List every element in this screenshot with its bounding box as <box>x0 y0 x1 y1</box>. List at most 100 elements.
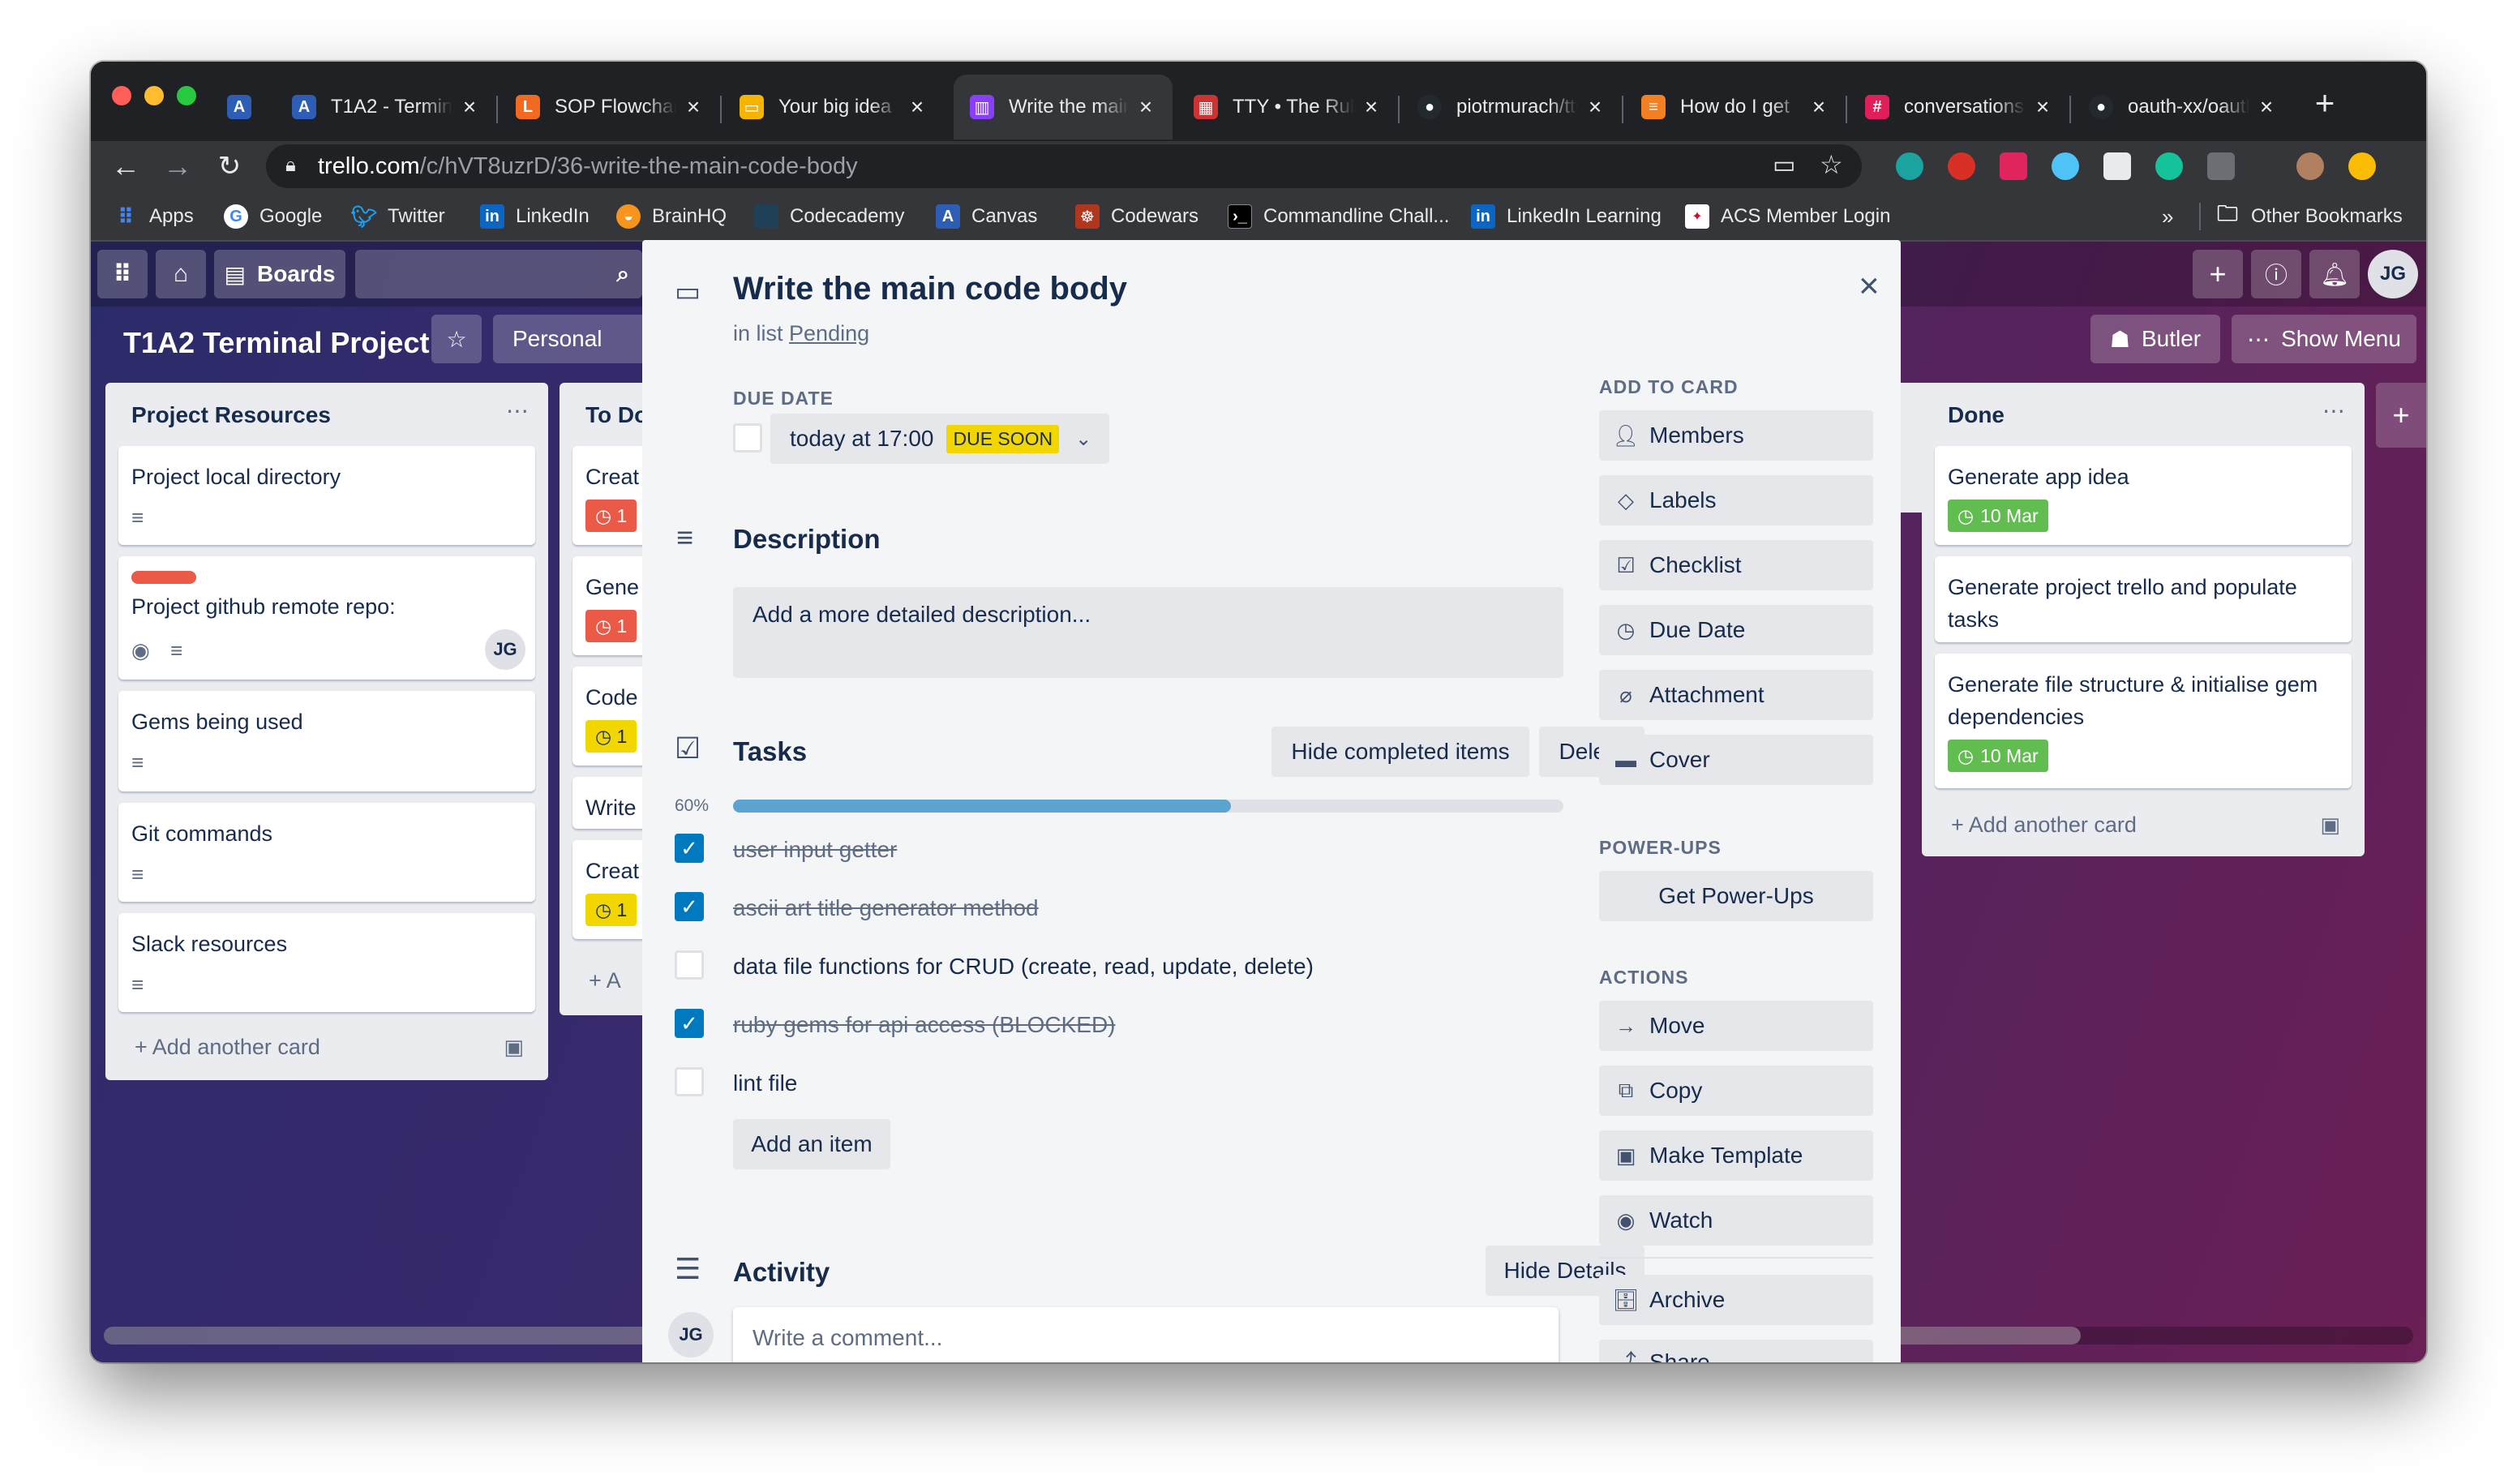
bookmark-codewars[interactable]: ☸ Codewars <box>1075 201 1198 232</box>
minimize-window-button[interactable] <box>144 86 164 105</box>
bookmark-commandline[interactable]: ›_ Commandline Chall... <box>1228 201 1449 232</box>
list-item[interactable]: Project local directory ≡ <box>118 446 535 545</box>
due-date-sidebar-button[interactable]: ◷ Due Date <box>1599 605 1873 655</box>
task-checkbox-2[interactable] <box>675 950 704 980</box>
tab-0[interactable]: A T1A2 - Terminal Project × <box>276 75 496 139</box>
bookmark-google[interactable]: G Google <box>224 201 322 232</box>
share-button[interactable]: ⤴ Share <box>1599 1340 1873 1362</box>
profile-avatar[interactable] <box>2296 152 2324 180</box>
tab-7[interactable]: # conversations × <box>1849 75 2069 139</box>
update-indicator-icon[interactable] <box>2348 152 2376 180</box>
gear-extension-icon[interactable] <box>2052 152 2079 180</box>
grammarly-g-extension-icon[interactable] <box>2155 152 2183 180</box>
task-checkbox-4[interactable] <box>675 1067 704 1096</box>
add-item-button[interactable]: Add an item <box>733 1119 890 1169</box>
list-menu-icon[interactable]: ⋯ <box>2322 397 2345 424</box>
butler-button[interactable]: ☗ Butler <box>2090 315 2220 363</box>
bookmark-acs[interactable]: ✦ ACS Member Login <box>1685 201 1890 232</box>
close-tab-icon[interactable]: × <box>1361 94 1382 120</box>
list-item[interactable]: Gems being used ≡ <box>118 691 535 791</box>
boards-button[interactable]: ▤ Boards <box>214 250 345 298</box>
tab-5[interactable]: ● piotrmurach/tty × <box>1401 75 1622 139</box>
task-item[interactable]: ruby gems for api access (BLOCKED) <box>733 1012 1116 1038</box>
s-extension-icon[interactable] <box>2000 152 2027 180</box>
close-tab-icon[interactable]: × <box>2032 94 2053 120</box>
get-powerups-button[interactable]: Get Power-Ups <box>1599 871 1873 921</box>
close-tab-icon[interactable]: × <box>2256 94 2277 120</box>
bookmark-twitter[interactable]: 🐦︎ Twitter <box>351 201 445 232</box>
bookmark-canvas[interactable]: A Canvas <box>936 201 1037 232</box>
board-title[interactable]: T1A2 Terminal Project <box>123 326 429 360</box>
cover-button[interactable]: ▬ Cover <box>1599 735 1873 785</box>
info-icon[interactable]: ⓘ <box>2251 250 2301 298</box>
task-item[interactable]: user input getter <box>733 837 897 863</box>
address-bar[interactable]: 🔒︎ trello.com/c/hVT8uzrD/36-write-the-ma… <box>266 144 1862 188</box>
maximize-window-button[interactable] <box>177 86 196 105</box>
watch-button[interactable]: ◉ Watch <box>1599 1195 1873 1246</box>
close-tab-icon[interactable]: × <box>907 94 928 120</box>
home-icon[interactable]: ⌂ <box>156 250 206 298</box>
apps-grid-icon[interactable]: ⠿ <box>97 250 148 298</box>
task-checkbox-0[interactable]: ✓ <box>675 834 704 863</box>
create-icon[interactable]: + <box>2193 250 2243 298</box>
reload-icon[interactable]: ↻ <box>209 146 250 187</box>
tab-2[interactable]: ▭ Your big idea × <box>723 75 944 139</box>
list-item[interactable]: Generate project trello and populate tas… <box>1935 556 2352 642</box>
tab-6[interactable]: ≡ How do I get × <box>1625 75 1846 139</box>
other-bookmarks[interactable]: 🗀︎ Other Bookmarks <box>2215 201 2403 232</box>
template-icon[interactable]: ▣ <box>504 1035 524 1060</box>
members-button[interactable]: 👤︎ Members <box>1599 410 1873 461</box>
due-complete-checkbox[interactable] <box>733 423 762 452</box>
list-item[interactable]: Generate file structure & initialise gem… <box>1935 654 2352 788</box>
bookmark-apps[interactable]: ⠿ Apps <box>114 201 194 232</box>
tab-8[interactable]: ● oauth-xx/oauth × <box>2073 75 2293 139</box>
bookmark-linkedin-learning[interactable]: in LinkedIn Learning <box>1471 201 1662 232</box>
close-tab-icon[interactable]: × <box>1135 94 1156 120</box>
list-item[interactable]: Project github remote repo: ◉ ≡ JG <box>118 556 535 680</box>
cast-icon[interactable]: ▭ <box>1773 151 1795 179</box>
forward-arrow-icon[interactable]: → <box>157 146 198 187</box>
card-title[interactable]: Write the main code body <box>733 271 1127 307</box>
lightbulb-extension-icon[interactable] <box>2207 152 2235 180</box>
archive-button[interactable]: 🗄︎ Archive <box>1599 1275 1873 1325</box>
tab-1[interactable]: L SOP Flowchart × <box>500 75 720 139</box>
task-item[interactable]: ascii art title generator method <box>733 895 1039 921</box>
task-checkbox-3[interactable]: ✓ <box>675 1009 704 1038</box>
bell-icon[interactable]: 🔔︎ <box>2309 250 2360 298</box>
pinned-tab[interactable]: A <box>212 75 264 139</box>
puzzle-extension-icon[interactable] <box>2103 152 2131 180</box>
show-menu-button[interactable]: ⋯ Show Menu <box>2232 315 2416 363</box>
list-item[interactable]: Git commands ≡ <box>118 803 535 902</box>
close-tab-icon[interactable]: × <box>459 94 480 120</box>
make-template-button[interactable]: ▣ Make Template <box>1599 1130 1873 1181</box>
attachment-button[interactable]: ⌀ Attachment <box>1599 670 1873 720</box>
tab-4[interactable]: ▦ TTY • The Ruby × <box>1177 75 1398 139</box>
visibility-button[interactable]: Personal <box>493 315 655 363</box>
tab-3-active[interactable]: ▥ Write the main code body × <box>954 75 1173 139</box>
task-checkbox-1[interactable]: ✓ <box>675 892 704 921</box>
comment-input[interactable]: Write a comment... <box>733 1307 1559 1362</box>
bookmark-codecademy[interactable]: Codecademy <box>754 201 904 232</box>
grammarly-extension-icon[interactable] <box>1896 152 1923 180</box>
new-tab-button[interactable]: + <box>2305 83 2345 123</box>
due-date-button[interactable]: today at 17:00 DUE SOON ⌄ <box>770 414 1109 464</box>
bookmark-linkedin[interactable]: in LinkedIn <box>480 201 590 232</box>
star-icon[interactable]: ☆ <box>431 315 482 363</box>
task-item[interactable]: data file functions for CRUD (create, re… <box>733 954 1314 980</box>
add-list-button[interactable]: + <box>2376 383 2426 448</box>
close-tab-icon[interactable]: × <box>1808 94 1829 120</box>
list-item[interactable]: Generate app idea ◷ 10 Mar <box>1935 446 2352 545</box>
move-button[interactable]: → Move <box>1599 1001 1873 1051</box>
description-input[interactable]: Add a more detailed description... <box>733 587 1563 678</box>
bookmark-brainhq[interactable]: ◒ BrainHQ <box>616 201 727 232</box>
template-icon[interactable]: ▣ <box>2320 813 2340 838</box>
close-tab-icon[interactable]: × <box>1584 94 1606 120</box>
task-item[interactable]: lint file <box>733 1070 797 1096</box>
bookmark-star-icon[interactable]: ☆ <box>1820 149 1843 180</box>
list-item[interactable]: Slack resources ≡ <box>118 913 535 1012</box>
list-link[interactable]: Pending <box>789 321 869 345</box>
checklist-button[interactable]: ☑ Checklist <box>1599 540 1873 590</box>
hide-completed-button[interactable]: Hide completed items <box>1271 727 1529 777</box>
labels-button[interactable]: ◇ Labels <box>1599 475 1873 525</box>
add-card-button[interactable]: + Add another card <box>135 1035 320 1060</box>
